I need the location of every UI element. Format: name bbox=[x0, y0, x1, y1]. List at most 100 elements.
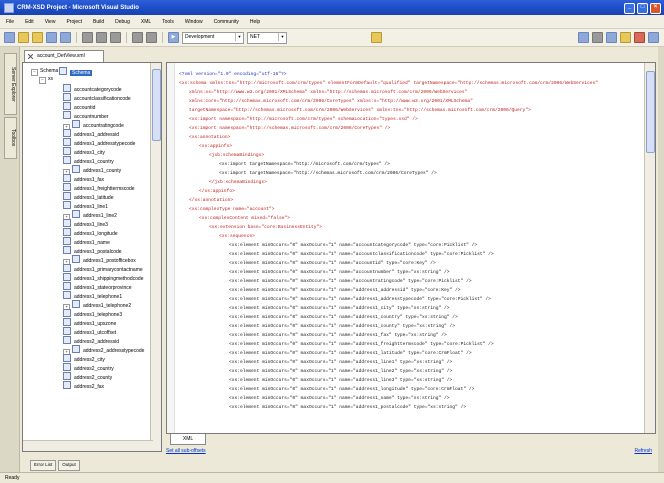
menu-view[interactable]: View bbox=[45, 19, 56, 25]
paste-icon[interactable] bbox=[110, 32, 121, 43]
tree-item[interactable]: address1_upszone bbox=[63, 318, 116, 327]
tree-item[interactable]: address1_city bbox=[63, 147, 105, 156]
menu-community[interactable]: Community bbox=[214, 19, 239, 25]
scroll-thumb[interactable] bbox=[152, 69, 161, 141]
tree-item[interactable]: accountcategorycode bbox=[63, 84, 122, 93]
tree-item[interactable]: + address1_postofficebox bbox=[63, 255, 136, 266]
cut-icon[interactable] bbox=[82, 32, 93, 43]
tree-item[interactable]: accountclassificationcode bbox=[63, 93, 131, 102]
element-icon bbox=[63, 201, 71, 209]
tree-item[interactable]: Schema bbox=[59, 67, 93, 76]
collapse-icon[interactable]: − bbox=[31, 69, 38, 76]
tree-item[interactable]: address2_city bbox=[63, 354, 105, 363]
menu-edit[interactable]: Edit bbox=[25, 19, 34, 25]
start-debug-icon[interactable]: ▶ bbox=[168, 32, 179, 43]
save-icon[interactable] bbox=[46, 32, 57, 43]
undo-icon[interactable] bbox=[132, 32, 143, 43]
element-icon bbox=[72, 210, 80, 218]
tree-item[interactable]: address1_postalcode bbox=[63, 246, 122, 255]
tree-item[interactable]: address1_addresstypecode bbox=[63, 138, 135, 147]
error-list-tab[interactable]: Error List bbox=[30, 460, 57, 471]
collapse-icon[interactable]: − bbox=[39, 77, 46, 84]
properties-icon[interactable] bbox=[592, 32, 603, 43]
tree-item[interactable]: address1_addressid bbox=[63, 129, 119, 138]
solution-explorer-icon[interactable] bbox=[578, 32, 589, 43]
tree-item[interactable]: address2_addressid bbox=[63, 336, 119, 345]
menu-file[interactable]: File bbox=[6, 19, 14, 25]
menu-window[interactable]: Window bbox=[185, 19, 203, 25]
xml-editor[interactable]: <?xml version="1.0" encoding="utf-16"?> <… bbox=[166, 62, 656, 434]
tree-item[interactable]: address1_name bbox=[63, 237, 110, 246]
code-line: <xs:complexContent mixed="false"> bbox=[199, 216, 290, 221]
code-line: <xs:annotation> bbox=[189, 135, 231, 140]
close-button[interactable]: × bbox=[650, 3, 661, 14]
toolbox-tab[interactable]: Toolbox bbox=[4, 117, 17, 159]
code-line: <xs:element minOccurs="0" maxOccurs="1" … bbox=[229, 288, 461, 293]
tree-item[interactable]: + address1_telephone2 bbox=[63, 300, 131, 311]
open-folder-icon[interactable] bbox=[18, 32, 29, 43]
editor-vertical-scrollbar[interactable] bbox=[644, 63, 655, 433]
code-line: <xs:element minOccurs="0" maxOccurs="1" … bbox=[229, 378, 453, 383]
output-tab[interactable]: Output bbox=[58, 460, 80, 471]
set-sub-offsets-link[interactable]: Set all sub-offsets bbox=[166, 448, 206, 454]
tree-vertical-scrollbar[interactable] bbox=[150, 63, 161, 451]
tree-item[interactable]: + accountratingcode bbox=[63, 120, 124, 131]
scroll-thumb[interactable] bbox=[646, 71, 655, 153]
add-item-icon[interactable] bbox=[32, 32, 43, 43]
platform-combo[interactable]: NET ▼ bbox=[247, 31, 287, 44]
tree-item[interactable]: accountid bbox=[63, 102, 95, 111]
code-line: <xs:appinfo> bbox=[199, 144, 233, 149]
server-explorer-tab[interactable]: Server Explorer bbox=[4, 53, 17, 115]
start-page-icon[interactable] bbox=[648, 32, 659, 43]
menu-project[interactable]: Project bbox=[66, 19, 82, 25]
element-icon bbox=[63, 372, 71, 380]
close-tab-icon[interactable] bbox=[28, 54, 33, 59]
tree-item[interactable]: address1_line3 bbox=[63, 219, 108, 228]
tree-item[interactable]: address2_country bbox=[63, 363, 114, 372]
tree-item[interactable]: + address1_county bbox=[63, 165, 121, 176]
tree-item[interactable]: address1_stateorprovince bbox=[63, 282, 132, 291]
menu-debug[interactable]: Debug bbox=[115, 19, 130, 25]
element-icon bbox=[63, 228, 71, 236]
tree-item[interactable]: address1_shippingmethodcode bbox=[63, 273, 144, 282]
tree-item[interactable]: address2_fax bbox=[63, 381, 104, 390]
tree-item[interactable]: accountnumber bbox=[63, 111, 108, 120]
tree-item[interactable]: address1_country bbox=[63, 156, 114, 165]
tree-item[interactable]: + address1_line2 bbox=[63, 210, 117, 221]
class-view-icon[interactable] bbox=[634, 32, 645, 43]
tree-item[interactable]: address1_primarycontactname bbox=[63, 264, 143, 273]
menu-tools[interactable]: Tools bbox=[162, 19, 174, 25]
menu-xml[interactable]: XML bbox=[141, 19, 151, 25]
refresh-link[interactable]: Refresh bbox=[634, 448, 652, 454]
minimize-button[interactable]: _ bbox=[624, 3, 635, 14]
code-line: <xs:element minOccurs="0" maxOccurs="1" … bbox=[229, 342, 494, 347]
tree-item[interactable]: address1_latitude bbox=[63, 192, 113, 201]
tree-item[interactable]: address1_telephone1 bbox=[63, 291, 122, 300]
maximize-button[interactable]: □ bbox=[637, 3, 648, 14]
document-tab[interactable]: account_DetView.xml bbox=[24, 50, 104, 62]
new-project-icon[interactable] bbox=[4, 32, 15, 43]
element-icon bbox=[63, 129, 71, 137]
menu-help[interactable]: Help bbox=[250, 19, 260, 25]
copy-icon[interactable] bbox=[96, 32, 107, 43]
tree-item[interactable]: address1_longitude bbox=[63, 228, 118, 237]
redo-icon[interactable] bbox=[146, 32, 157, 43]
xml-view-tab[interactable]: XML bbox=[170, 434, 206, 445]
tree-item[interactable]: address1_utcoffset bbox=[63, 327, 116, 336]
save-all-icon[interactable] bbox=[60, 32, 71, 43]
tree-root[interactable]: − Schema bbox=[31, 67, 58, 76]
tree-item[interactable]: address1_telephone3 bbox=[63, 309, 122, 318]
tree-namespace-node[interactable]: − xs bbox=[39, 75, 53, 84]
tree-item[interactable]: address1_line1 bbox=[63, 201, 108, 210]
tree-item[interactable]: address2_county bbox=[63, 372, 112, 381]
tree-item[interactable]: + address2_addresstypecode bbox=[63, 345, 144, 356]
object-browser-icon[interactable] bbox=[606, 32, 617, 43]
tree-horizontal-scrollbar[interactable] bbox=[23, 440, 153, 451]
menu-build[interactable]: Build bbox=[93, 19, 104, 25]
tree-item[interactable]: address1_fax bbox=[63, 174, 104, 183]
toolbox-icon[interactable] bbox=[620, 32, 631, 43]
find-icon[interactable] bbox=[371, 32, 382, 43]
tree-item[interactable]: address1_freighttermscode bbox=[63, 183, 135, 192]
code-line: <xs:element minOccurs="0" maxOccurs="1" … bbox=[229, 279, 472, 284]
configuration-combo[interactable]: Development ▼ bbox=[182, 31, 244, 44]
